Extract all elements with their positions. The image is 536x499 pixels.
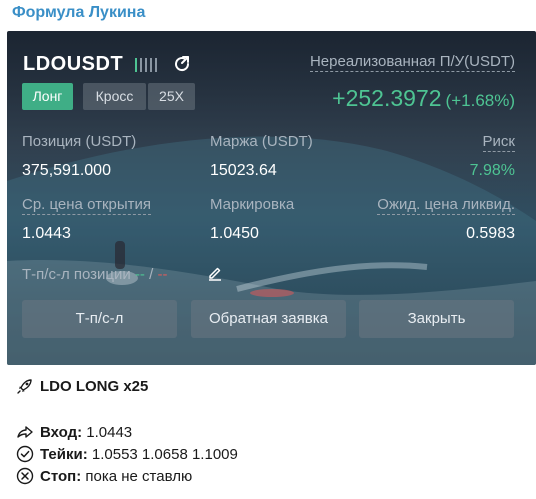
edit-icon[interactable] <box>207 265 223 281</box>
sl-value: -- <box>157 266 168 283</box>
risk-label[interactable]: Риск <box>482 133 515 152</box>
margin-mode-badge[interactable]: Кросс <box>83 83 146 110</box>
leverage-badge[interactable]: 25X <box>148 83 195 110</box>
tpsl-row: Т-п/с-л позиции -- / -- <box>22 266 167 283</box>
share-icon[interactable] <box>172 54 192 74</box>
unrealized-pnl-label: Нереализованная П/У(USDT) <box>309 53 515 72</box>
symbol-title[interactable]: LDOUSDT <box>23 53 123 76</box>
signal-bars-icon <box>135 58 157 72</box>
risk-value: 7.98% <box>469 162 515 179</box>
takes-value: 1.0553 1.0658 1.1009 <box>91 445 238 463</box>
entry-value: 1.0443 <box>86 423 133 441</box>
rocket-icon <box>17 379 32 394</box>
liq-price-label[interactable]: Ожид. цена ликвид. <box>377 196 515 215</box>
forward-arrow-icon <box>17 426 33 438</box>
message-title-line: LDO LONG x25 <box>16 377 148 395</box>
avg-entry-label[interactable]: Ср. цена открытия <box>22 196 152 215</box>
cross-circle-icon <box>16 467 34 485</box>
stop-label: Стоп: <box>40 467 82 485</box>
entry-line: Вход: 1.0443 <box>16 423 132 441</box>
tpsl-label: Т-п/с-л позиции <box>22 266 131 283</box>
reverse-order-button[interactable]: Обратная заявка <box>191 300 346 338</box>
margin-value: 15023.64 <box>210 162 277 179</box>
close-position-button[interactable]: Закрыть <box>359 300 514 338</box>
pnl-percent: (+1.68%) <box>445 91 515 110</box>
stop-line: Стоп: пока не ставлю <box>16 467 192 485</box>
side-badge: Лонг <box>22 83 73 110</box>
takes-line: Тейки: 1.0553 1.0658 1.1009 <box>16 445 238 463</box>
tpsl-separator: / <box>149 266 154 283</box>
channel-name[interactable]: Формула Лукина <box>12 4 145 22</box>
stop-value: пока не ставлю <box>85 467 193 485</box>
entry-label: Вход: <box>40 423 83 441</box>
position-card-image: LDOUSDT Лонг Кросс 25X Нереализованная П… <box>7 31 536 365</box>
margin-label: Маржа (USDT) <box>210 133 313 150</box>
position-label: Позиция (USDT) <box>22 133 137 150</box>
avg-entry-value: 1.0443 <box>22 225 71 242</box>
takes-label: Тейки: <box>40 445 88 463</box>
tp-value: -- <box>134 266 145 283</box>
position-value: 375,591.000 <box>22 162 111 179</box>
mark-price-value: 1.0450 <box>210 225 259 242</box>
pnl-amount: +252.3972 <box>332 85 442 111</box>
liq-price-value: 0.5983 <box>466 225 515 242</box>
mark-price-label: Маркировка <box>210 196 295 213</box>
check-circle-icon <box>16 445 34 463</box>
tpsl-button[interactable]: Т-п/с-л <box>22 300 177 338</box>
message-title: LDO LONG x25 <box>40 377 149 395</box>
unrealized-pnl-value: +252.3972 (+1.68%) <box>332 85 515 112</box>
